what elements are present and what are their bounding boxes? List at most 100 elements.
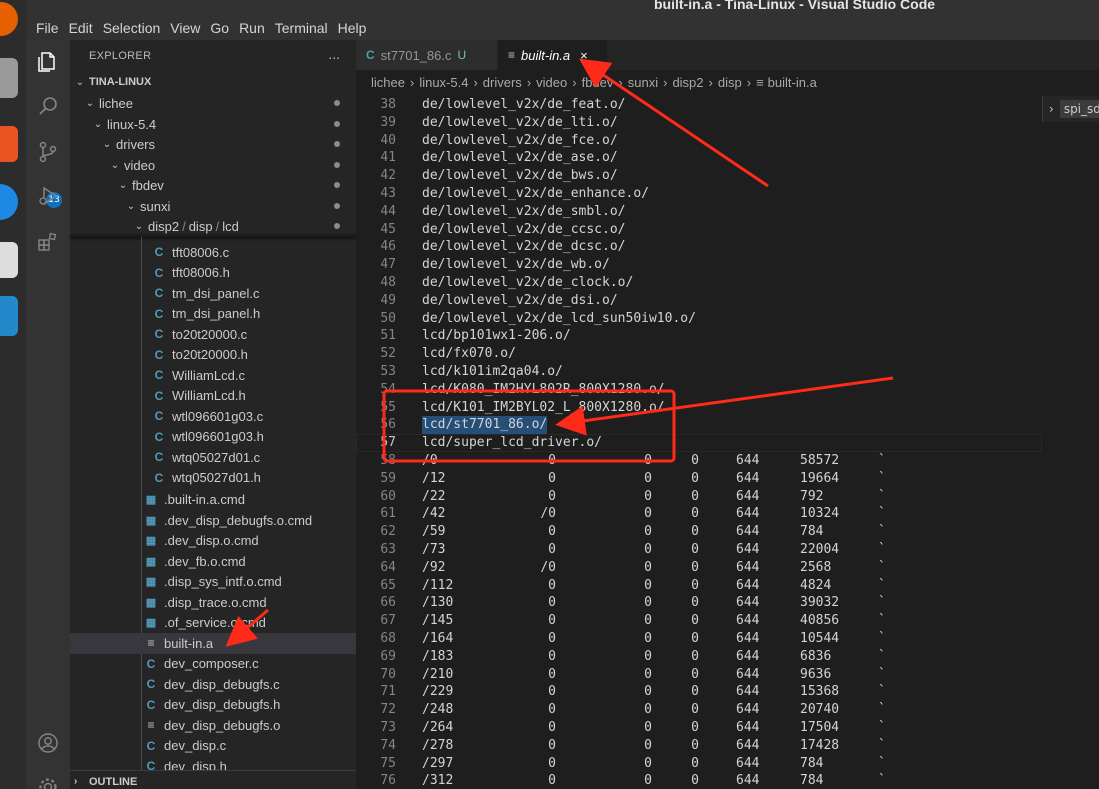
file-item[interactable]: Cdev_composer.c xyxy=(70,654,356,675)
terminal-icon[interactable] xyxy=(0,242,18,278)
tree-folder-lichee[interactable]: ⌄ lichee xyxy=(70,93,356,114)
file-item[interactable]: ≡ dev_disp_debugfs.o xyxy=(70,715,356,736)
file-item[interactable]: ≡ built-in.a xyxy=(70,633,356,654)
file-label: dev_disp_debugfs.o xyxy=(164,717,281,733)
file-item[interactable]: Cwtl096601g03.c xyxy=(70,406,356,427)
file-item[interactable]: Cdev_disp_debugfs.c xyxy=(70,674,356,695)
file-item[interactable]: Ctft08006.c xyxy=(70,242,356,263)
breadcrumb-item[interactable]: fbdev xyxy=(582,75,614,90)
tab-built-in-a[interactable]: ≡ built-in.a × xyxy=(498,40,608,70)
menu-help[interactable]: Help xyxy=(333,20,372,36)
file-item[interactable]: Cwtq05027d01.h xyxy=(70,468,356,489)
archive-terminator: ` xyxy=(878,542,886,557)
breadcrumb-item[interactable]: video xyxy=(536,75,567,90)
text-file-icon: ≡ xyxy=(756,74,764,90)
file-item[interactable]: Cwtq05027d01.c xyxy=(70,447,356,468)
c-file-icon: C xyxy=(154,286,164,301)
tree-folder-drivers[interactable]: ⌄ drivers xyxy=(70,134,356,155)
c-file-icon: C xyxy=(154,450,164,465)
run-debug-icon[interactable] xyxy=(34,182,62,210)
menu-view[interactable]: View xyxy=(165,20,205,36)
help-icon[interactable] xyxy=(0,184,18,220)
breadcrumb-item[interactable]: disp2 xyxy=(672,75,703,90)
manage-gear-icon[interactable] xyxy=(34,773,62,789)
app-store-icon[interactable] xyxy=(0,126,18,162)
archive-member-name: /278 xyxy=(422,737,454,753)
archive-mode: 644 xyxy=(736,524,760,540)
file-item[interactable]: Ctm_dsi_panel.c xyxy=(70,283,356,304)
menu-file[interactable]: File xyxy=(31,20,64,36)
tree-folder-video[interactable]: ⌄ video xyxy=(70,155,356,176)
tree-folder-fbdev[interactable]: ⌄ fbdev xyxy=(70,175,356,196)
file-item[interactable]: Ctm_dsi_panel.h xyxy=(70,304,356,325)
archive-mode: 644 xyxy=(736,720,760,735)
file-label: dev_disp_debugfs.h xyxy=(164,697,281,713)
file-label: tft08006.c xyxy=(172,244,230,260)
breadcrumb-item[interactable]: lichee xyxy=(371,75,405,90)
tree-folder-linux[interactable]: ⌄ linux-5.4 xyxy=(70,114,356,135)
file-label: dev_disp_debugfs.c xyxy=(164,676,280,692)
file-label: .dev_fb.o.cmd xyxy=(164,553,246,569)
file-item[interactable]: C WilliamLcd.c xyxy=(70,365,356,386)
folder-label: video xyxy=(124,157,156,173)
account-icon[interactable] xyxy=(34,729,62,757)
archive-member-name: /42 xyxy=(422,506,446,522)
files-icon[interactable] xyxy=(0,58,18,98)
code-line: lcd/fx070.o/ xyxy=(422,346,516,362)
menu-go[interactable]: Go xyxy=(205,20,234,36)
file-label: wtl096601g03.h xyxy=(172,429,264,445)
archive-member-name: /297 xyxy=(422,755,454,771)
code-line: lcd/super_lcd_driver.o/ xyxy=(422,435,603,451)
file-item[interactable]: Cto20t20000.c xyxy=(70,324,356,345)
code-line: lcd/K101_IM2BYL02_L_800X1280.o/ xyxy=(422,399,665,415)
breadcrumb-item[interactable]: drivers xyxy=(483,75,522,90)
source-control-icon[interactable] xyxy=(34,138,62,166)
close-icon[interactable]: × xyxy=(580,48,588,63)
menu-terminal[interactable]: Terminal xyxy=(270,20,333,36)
file-item[interactable]: ▦ .dev_fb.o.cmd xyxy=(70,551,356,572)
file-item[interactable]: ▦ .disp_trace.o.cmd xyxy=(70,592,356,613)
file-item[interactable]: Cwtl096601g03.h xyxy=(70,427,356,448)
archive-field: 0 xyxy=(644,470,652,486)
archive-field: 0 xyxy=(691,773,699,789)
archive-size: 4824 xyxy=(800,577,832,593)
file-item[interactable]: Cdev_disp.c xyxy=(70,736,356,757)
file-item[interactable]: ▦ .disp_sys_intf.o.cmd xyxy=(70,572,356,593)
code-line: lcd/k101im2qa04.o/ xyxy=(422,364,563,379)
file-item[interactable]: ▦ .built-in.a.cmd xyxy=(70,490,356,511)
menu-edit[interactable]: Edit xyxy=(64,20,98,36)
file-label: dev_disp.c xyxy=(164,738,227,754)
vscode-icon[interactable] xyxy=(0,296,18,336)
file-item[interactable]: Ctft08006.h xyxy=(70,263,356,284)
breadcrumb-item[interactable]: built-in.a xyxy=(768,75,817,90)
breadcrumb-item[interactable]: linux-5.4 xyxy=(419,75,468,90)
chevron-down-icon: ⌄ xyxy=(75,76,85,88)
chevron-right-icon: › xyxy=(409,74,415,90)
tree-folder-sunxi[interactable]: ⌄ sunxi xyxy=(70,196,356,217)
file-item[interactable]: Cto20t20000.h xyxy=(70,345,356,366)
breadcrumb-item[interactable]: sunxi xyxy=(628,75,658,90)
tab-st7701-c[interactable]: C st7701_86.c U xyxy=(356,40,498,70)
menu-selection[interactable]: Selection xyxy=(98,20,166,36)
archive-field: 0 xyxy=(691,470,699,486)
breadcrumb-item[interactable]: disp xyxy=(718,75,742,90)
firefox-icon[interactable] xyxy=(0,2,18,36)
archive-mode: 644 xyxy=(736,684,760,700)
tree-folder-disp2-disp-lcd[interactable]: ⌄ disp2 / disp / lcd xyxy=(70,216,356,237)
archive-terminator: ` xyxy=(878,702,886,718)
file-item[interactable]: ▦ .of_service.o.cmd xyxy=(70,613,356,634)
code-line: de/lowlevel_v2x/de_fce.o/ xyxy=(422,132,618,148)
archive-field: 0 xyxy=(548,684,556,700)
explorer-more-actions[interactable]: ... xyxy=(328,46,340,62)
file-item[interactable]: ▦ .dev_disp_debugfs.o.cmd xyxy=(70,510,356,531)
extensions-icon[interactable] xyxy=(34,228,62,256)
search-icon[interactable] xyxy=(34,92,62,120)
file-item[interactable]: Cdev_disp_debugfs.h xyxy=(70,695,356,716)
peek-panel[interactable]: › spi_sd xyxy=(1042,96,1099,122)
explorer-icon[interactable] xyxy=(34,48,62,76)
file-item[interactable]: ▦ .dev_disp.o.cmd xyxy=(70,531,356,552)
file-item[interactable]: C WilliamLcd.h xyxy=(70,386,356,407)
outline-section[interactable]: › OUTLINE xyxy=(70,770,356,789)
menu-run[interactable]: Run xyxy=(234,20,270,36)
tree-root[interactable]: ⌄ TINA-LINUX xyxy=(70,72,356,93)
